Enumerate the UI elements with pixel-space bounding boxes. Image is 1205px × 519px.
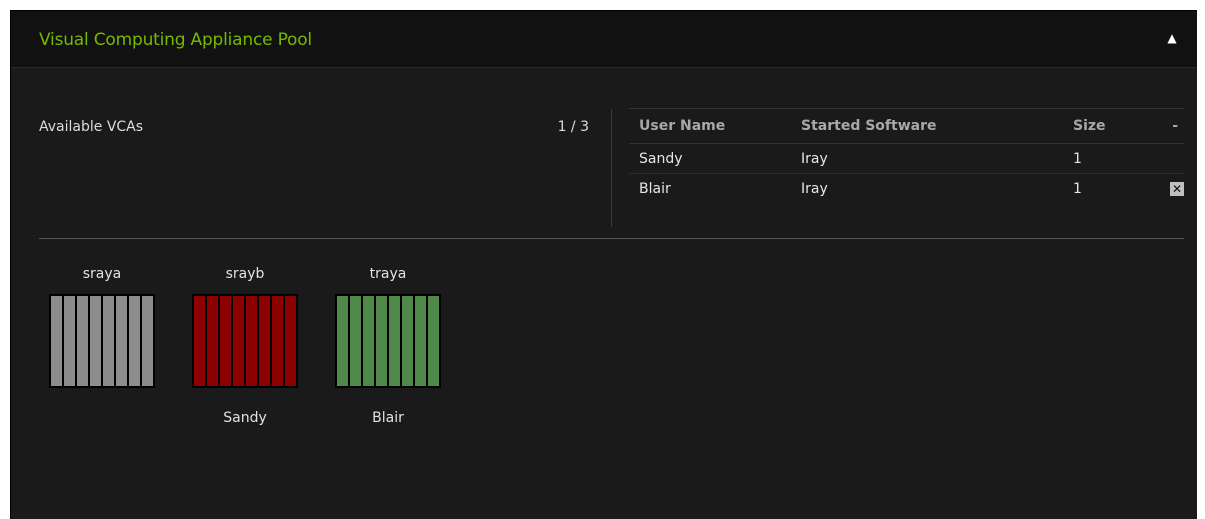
gpu-slot — [51, 296, 62, 386]
gpu-slot — [220, 296, 231, 386]
node-name: srayb — [225, 266, 265, 282]
table-header-row: User Name Started Software Size - — [629, 108, 1184, 144]
header-started-software[interactable]: Started Software — [801, 118, 936, 134]
gpu-slot — [376, 296, 387, 386]
gpu-slot — [350, 296, 361, 386]
header-action: - — [1172, 118, 1178, 134]
vca-node-traya[interactable]: traya Blair — [334, 266, 442, 430]
sessions-table: User Name Started Software Size - Sandy … — [629, 108, 1184, 203]
node-slots[interactable] — [192, 294, 298, 388]
horizontal-divider — [39, 238, 1184, 239]
node-slots[interactable] — [49, 294, 155, 388]
gpu-slot — [259, 296, 270, 386]
vca-pool-panel: Visual Computing Appliance Pool ▲ Availa… — [10, 10, 1197, 519]
vca-node-srayb[interactable]: srayb Sandy — [191, 266, 299, 430]
panel-header: Visual Computing Appliance Pool ▲ — [11, 11, 1197, 68]
gpu-slot — [142, 296, 153, 386]
gpu-slot — [194, 296, 205, 386]
gpu-slot — [415, 296, 426, 386]
close-icon[interactable]: ✕ — [1170, 181, 1184, 196]
vertical-divider — [611, 109, 612, 227]
row-software: Iray — [801, 150, 828, 167]
vca-node-sraya[interactable]: sraya — [48, 266, 156, 430]
collapse-arrow-icon[interactable]: ▲ — [1165, 31, 1179, 45]
header-user-name[interactable]: User Name — [639, 118, 725, 134]
available-vcas-label: Available VCAs — [39, 119, 144, 135]
gpu-slot — [402, 296, 413, 386]
gpu-slot — [64, 296, 75, 386]
row-size: 1 — [1073, 180, 1082, 197]
gpu-slot — [246, 296, 257, 386]
gpu-slot — [272, 296, 283, 386]
node-user: Sandy — [223, 410, 267, 426]
gpu-slot — [207, 296, 218, 386]
gpu-slot — [337, 296, 348, 386]
table-row[interactable]: Blair Iray 1 ✕ — [629, 174, 1184, 203]
gpu-slot — [129, 296, 140, 386]
gpu-slot — [363, 296, 374, 386]
node-slots[interactable] — [335, 294, 441, 388]
panel-title: Visual Computing Appliance Pool — [39, 30, 312, 50]
gpu-slot — [77, 296, 88, 386]
row-user-name: Sandy — [639, 150, 683, 167]
gpu-slot — [103, 296, 114, 386]
node-name: sraya — [82, 266, 122, 282]
node-user — [48, 410, 156, 430]
gpu-slot — [233, 296, 244, 386]
table-row[interactable]: Sandy Iray 1 — [629, 144, 1184, 174]
row-software: Iray — [801, 180, 828, 197]
row-size: 1 — [1073, 150, 1082, 167]
gpu-slot — [116, 296, 127, 386]
row-user-name: Blair — [639, 180, 671, 197]
gpu-slot — [90, 296, 101, 386]
node-name: traya — [369, 266, 407, 282]
gpu-slot — [285, 296, 296, 386]
gpu-slot — [389, 296, 400, 386]
header-size[interactable]: Size — [1073, 118, 1106, 134]
gpu-slot — [428, 296, 439, 386]
available-vcas-count: 1 / 3 — [557, 119, 589, 135]
node-user: Blair — [372, 410, 404, 426]
